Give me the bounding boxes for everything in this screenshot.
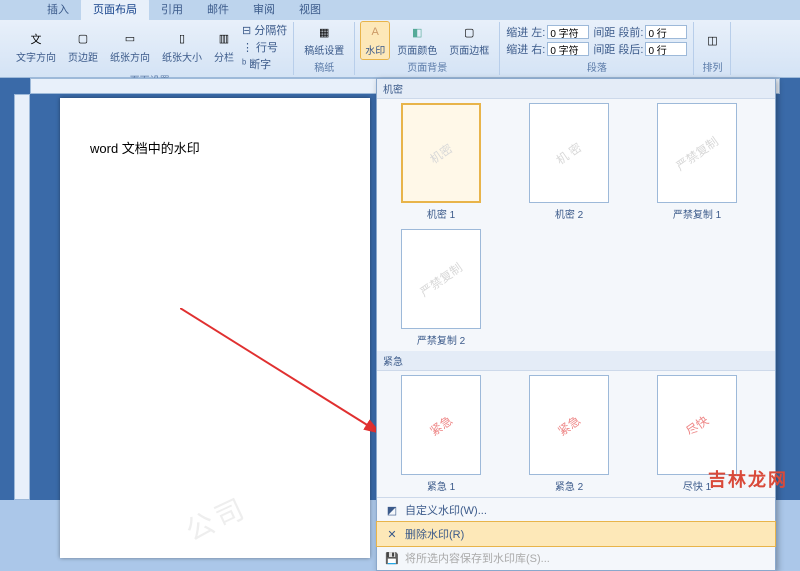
tab-review[interactable]: 审阅: [241, 0, 287, 20]
group-label: 稿纸: [314, 59, 334, 75]
tab-view[interactable]: 视图: [287, 0, 333, 20]
breaks-button[interactable]: ⊟分隔符: [242, 22, 287, 38]
watermark-button[interactable]: A水印: [361, 22, 389, 59]
page-size-icon: ▯: [174, 31, 190, 47]
save-to-gallery-button[interactable]: 💾将所选内容保存到水印库(S)...: [377, 546, 775, 570]
arrange-icon: ◫: [704, 33, 720, 49]
tab-mailings[interactable]: 邮件: [195, 0, 241, 20]
gallery-section-urgent: 紧急: [377, 351, 775, 371]
tab-page-layout[interactable]: 页面布局: [81, 0, 149, 20]
page-borders-button[interactable]: ▢页面边框: [445, 22, 493, 59]
paper-settings-button[interactable]: ▦稿纸设置: [300, 22, 348, 59]
custom-watermark-icon: ◩: [385, 503, 399, 517]
gallery-section-confidential: 机密: [377, 79, 775, 99]
watermark-gallery: 机密 机密机密 1 机 密机密 2 严禁复制严禁复制 1 严禁复制严禁复制 2 …: [376, 78, 776, 571]
watermark-option[interactable]: 严禁复制严禁复制 1: [637, 103, 757, 221]
page-watermark: 公司: [179, 486, 254, 549]
orientation-icon: ▭: [122, 31, 138, 47]
indent-right-input[interactable]: [547, 42, 589, 56]
remove-watermark-icon: ✕: [385, 527, 399, 541]
watermark-option[interactable]: 机密机密 1: [381, 103, 501, 221]
space-after: 间距 段后:: [593, 41, 687, 57]
breaks-icon: ⊟: [242, 24, 251, 37]
group-paragraph: 缩进 左: 缩进 右: 间距 段前: 间距 段后: 段落: [500, 22, 694, 75]
group-paper: ▦稿纸设置 稿纸: [294, 22, 355, 75]
watermark-option[interactable]: 紧急紧急 2: [509, 375, 629, 493]
indent-left-input[interactable]: [547, 25, 589, 39]
save-icon: 💾: [385, 551, 399, 565]
tab-references[interactable]: 引用: [149, 0, 195, 20]
paper-icon: ▦: [316, 24, 332, 40]
text-direction-button[interactable]: 文文字方向: [12, 29, 60, 66]
group-label: 段落: [587, 59, 607, 75]
custom-watermark-button[interactable]: ◩自定义水印(W)...: [377, 498, 775, 522]
tab-insert[interactable]: 插入: [35, 0, 81, 20]
space-before: 间距 段前:: [593, 24, 687, 40]
source-watermark: 吉林龙网: [708, 466, 788, 492]
hyphenation-button[interactable]: ᵇ断字: [242, 56, 287, 72]
line-numbers-icon: ⋮: [242, 41, 253, 54]
group-label: 页面背景: [407, 59, 447, 75]
size-button[interactable]: ▯纸张大小: [158, 29, 206, 66]
document-text: word 文档中的水印: [90, 138, 340, 157]
text-direction-icon: 文: [28, 31, 44, 47]
orientation-button[interactable]: ▭纸张方向: [106, 29, 154, 66]
margins-icon: ▢: [75, 31, 91, 47]
group-arrange: ◫ 排列: [694, 22, 731, 75]
group-page-background: A水印 ◧页面颜色 ▢页面边框 页面背景: [355, 22, 500, 75]
watermark-option[interactable]: 严禁复制严禁复制 2: [381, 229, 501, 347]
arrange-button[interactable]: ◫: [700, 31, 724, 51]
indent-left: 缩进 左:: [506, 24, 589, 40]
watermark-icon: A: [367, 24, 383, 40]
page-color-icon: ◧: [409, 24, 425, 40]
page-borders-icon: ▢: [461, 24, 477, 40]
space-before-input[interactable]: [645, 25, 687, 39]
remove-watermark-button[interactable]: ✕删除水印(R): [377, 522, 775, 546]
columns-button[interactable]: ▥分栏: [210, 29, 238, 66]
vertical-ruler[interactable]: [14, 94, 30, 500]
margins-button[interactable]: ▢页边距: [64, 29, 102, 66]
hyphenation-icon: ᵇ: [242, 58, 246, 70]
group-label: 排列: [702, 59, 722, 75]
watermark-option[interactable]: 机 密机密 2: [509, 103, 629, 221]
indent-right: 缩进 右:: [506, 41, 589, 57]
space-after-input[interactable]: [645, 42, 687, 56]
line-numbers-button[interactable]: ⋮行号: [242, 39, 287, 55]
ribbon: 文文字方向 ▢页边距 ▭纸张方向 ▯纸张大小 ▥分栏 ⊟分隔符 ⋮行号 ᵇ断字 …: [0, 20, 800, 78]
page-color-button[interactable]: ◧页面颜色: [393, 22, 441, 59]
document-page[interactable]: word 文档中的水印 公司: [60, 98, 370, 558]
columns-icon: ▥: [216, 31, 232, 47]
ribbon-tabs: 插入 页面布局 引用 邮件 审阅 视图: [0, 0, 800, 20]
group-page-setup: 文文字方向 ▢页边距 ▭纸张方向 ▯纸张大小 ▥分栏 ⊟分隔符 ⋮行号 ᵇ断字 …: [6, 22, 294, 75]
watermark-option[interactable]: 紧急紧急 1: [381, 375, 501, 493]
